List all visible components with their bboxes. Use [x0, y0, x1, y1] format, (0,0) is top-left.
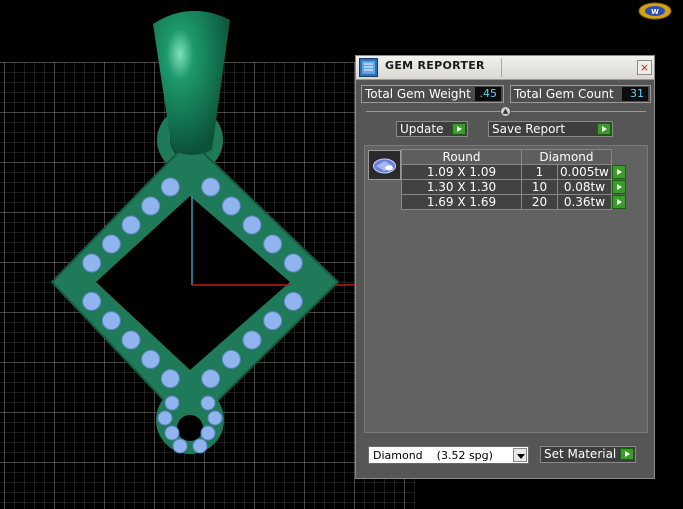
- row-select-cell: [611, 165, 626, 180]
- gem-seat: [263, 311, 283, 331]
- gem-size-cell: 1.69 X 1.69: [401, 194, 522, 210]
- total-gem-count-field: Total Gem Count 31: [510, 85, 651, 103]
- gem-seat: [207, 410, 223, 426]
- panel-titlebar[interactable]: GEM REPORTER ×: [356, 56, 654, 80]
- column-header-shape: Round: [401, 149, 522, 165]
- gem-seat: [82, 291, 102, 311]
- row-select-cell: [611, 195, 626, 210]
- gem-seat: [200, 425, 216, 441]
- gem-weight-cell: 0.08tw: [557, 179, 612, 195]
- gem-size-cell: 1.09 X 1.09: [401, 164, 522, 180]
- update-button[interactable]: Update: [396, 121, 468, 137]
- gem-reporter-panel: GEM REPORTER × Total Gem Weight .45 Tota…: [355, 55, 655, 479]
- column-header-spacer: [611, 150, 626, 165]
- row-select-cell: [611, 180, 626, 195]
- save-report-button-label: Save Report: [492, 122, 566, 136]
- green-play-arrow-icon[interactable]: [611, 180, 626, 194]
- total-gem-weight-value: .45: [475, 87, 501, 101]
- gem-seat: [192, 438, 208, 454]
- gem-seat: [157, 410, 173, 426]
- material-dropdown[interactable]: Diamond (3.52 spg): [368, 446, 529, 464]
- table-row[interactable]: 1.30 X 1.30 10 0.08tw: [401, 179, 627, 195]
- gem-table: Round Diamond 1.09 X 1.09 1 0.005tw 1.30…: [401, 149, 627, 210]
- table-header-row: Round Diamond: [401, 149, 627, 165]
- total-gem-count-label: Total Gem Count: [514, 87, 614, 101]
- titlebar-separator: [501, 58, 502, 77]
- green-play-arrow-icon: [452, 123, 466, 135]
- table-row[interactable]: 1.09 X 1.09 1 0.005tw: [401, 164, 627, 180]
- update-button-label: Update: [400, 122, 444, 136]
- gem-seat: [160, 369, 180, 389]
- total-gem-weight-label: Total Gem Weight: [365, 87, 471, 101]
- gem-seat: [121, 215, 141, 235]
- gem-size-cell: 1.30 X 1.30: [401, 179, 522, 195]
- svg-text:W: W: [651, 8, 659, 16]
- gem-seat: [263, 234, 283, 254]
- gem-seat: [221, 349, 241, 369]
- gem-seat: [172, 438, 188, 454]
- gem-seat: [141, 349, 161, 369]
- gem-seat: [101, 234, 121, 254]
- gem-seat: [101, 311, 121, 331]
- gem-seat: [82, 253, 102, 273]
- app-logo-icon: W: [638, 2, 672, 20]
- total-gem-weight-field: Total Gem Weight .45: [361, 85, 504, 103]
- material-dropdown-value: Diamond (3.52 spg): [373, 449, 493, 462]
- gem-seat: [283, 291, 303, 311]
- green-play-arrow-icon: [620, 448, 634, 460]
- green-play-arrow-icon: [597, 123, 611, 135]
- gem-count-cell: 10: [521, 179, 558, 195]
- gem-seat: [121, 330, 141, 350]
- green-play-arrow-icon[interactable]: [611, 195, 626, 209]
- gem-seat: [242, 330, 262, 350]
- gem-seat: [160, 177, 180, 197]
- gem-seat: [201, 369, 221, 389]
- material-name: Diamond: [373, 449, 423, 462]
- save-report-button[interactable]: Save Report: [488, 121, 613, 137]
- set-material-button-label: Set Material: [544, 447, 617, 461]
- gem-count-cell: 1: [521, 164, 558, 180]
- gem-seat: [200, 395, 216, 411]
- chevron-down-icon[interactable]: [513, 448, 527, 462]
- table-row[interactable]: 1.69 X 1.69 20 0.36tw: [401, 194, 627, 210]
- panel-title: GEM REPORTER: [385, 59, 485, 72]
- total-gem-count-value: 31: [622, 87, 648, 101]
- column-header-material: Diamond: [521, 149, 612, 165]
- gem-reporter-icon: [359, 58, 378, 77]
- green-play-arrow-icon[interactable]: [611, 165, 626, 179]
- material-spg: (3.52 spg): [436, 449, 493, 462]
- gem-seat: [242, 215, 262, 235]
- set-material-button[interactable]: Set Material: [540, 446, 636, 463]
- gem-seat: [283, 253, 303, 273]
- gem-weight-cell: 0.36tw: [557, 194, 612, 210]
- gem-seat: [201, 177, 221, 197]
- gem-count-cell: 20: [521, 194, 558, 210]
- gem-seat: [141, 196, 161, 216]
- collapse-toggle-icon[interactable]: ▲: [500, 106, 511, 117]
- gem-list[interactable]: Round Diamond 1.09 X 1.09 1 0.005tw 1.30…: [364, 145, 648, 433]
- gem-seat: [164, 395, 180, 411]
- gem-seat: [221, 196, 241, 216]
- round-gem-icon[interactable]: [368, 150, 401, 180]
- gem-seat: [164, 425, 180, 441]
- close-button[interactable]: ×: [637, 60, 652, 75]
- gem-weight-cell: 0.005tw: [557, 164, 612, 180]
- close-icon: ×: [639, 61, 650, 74]
